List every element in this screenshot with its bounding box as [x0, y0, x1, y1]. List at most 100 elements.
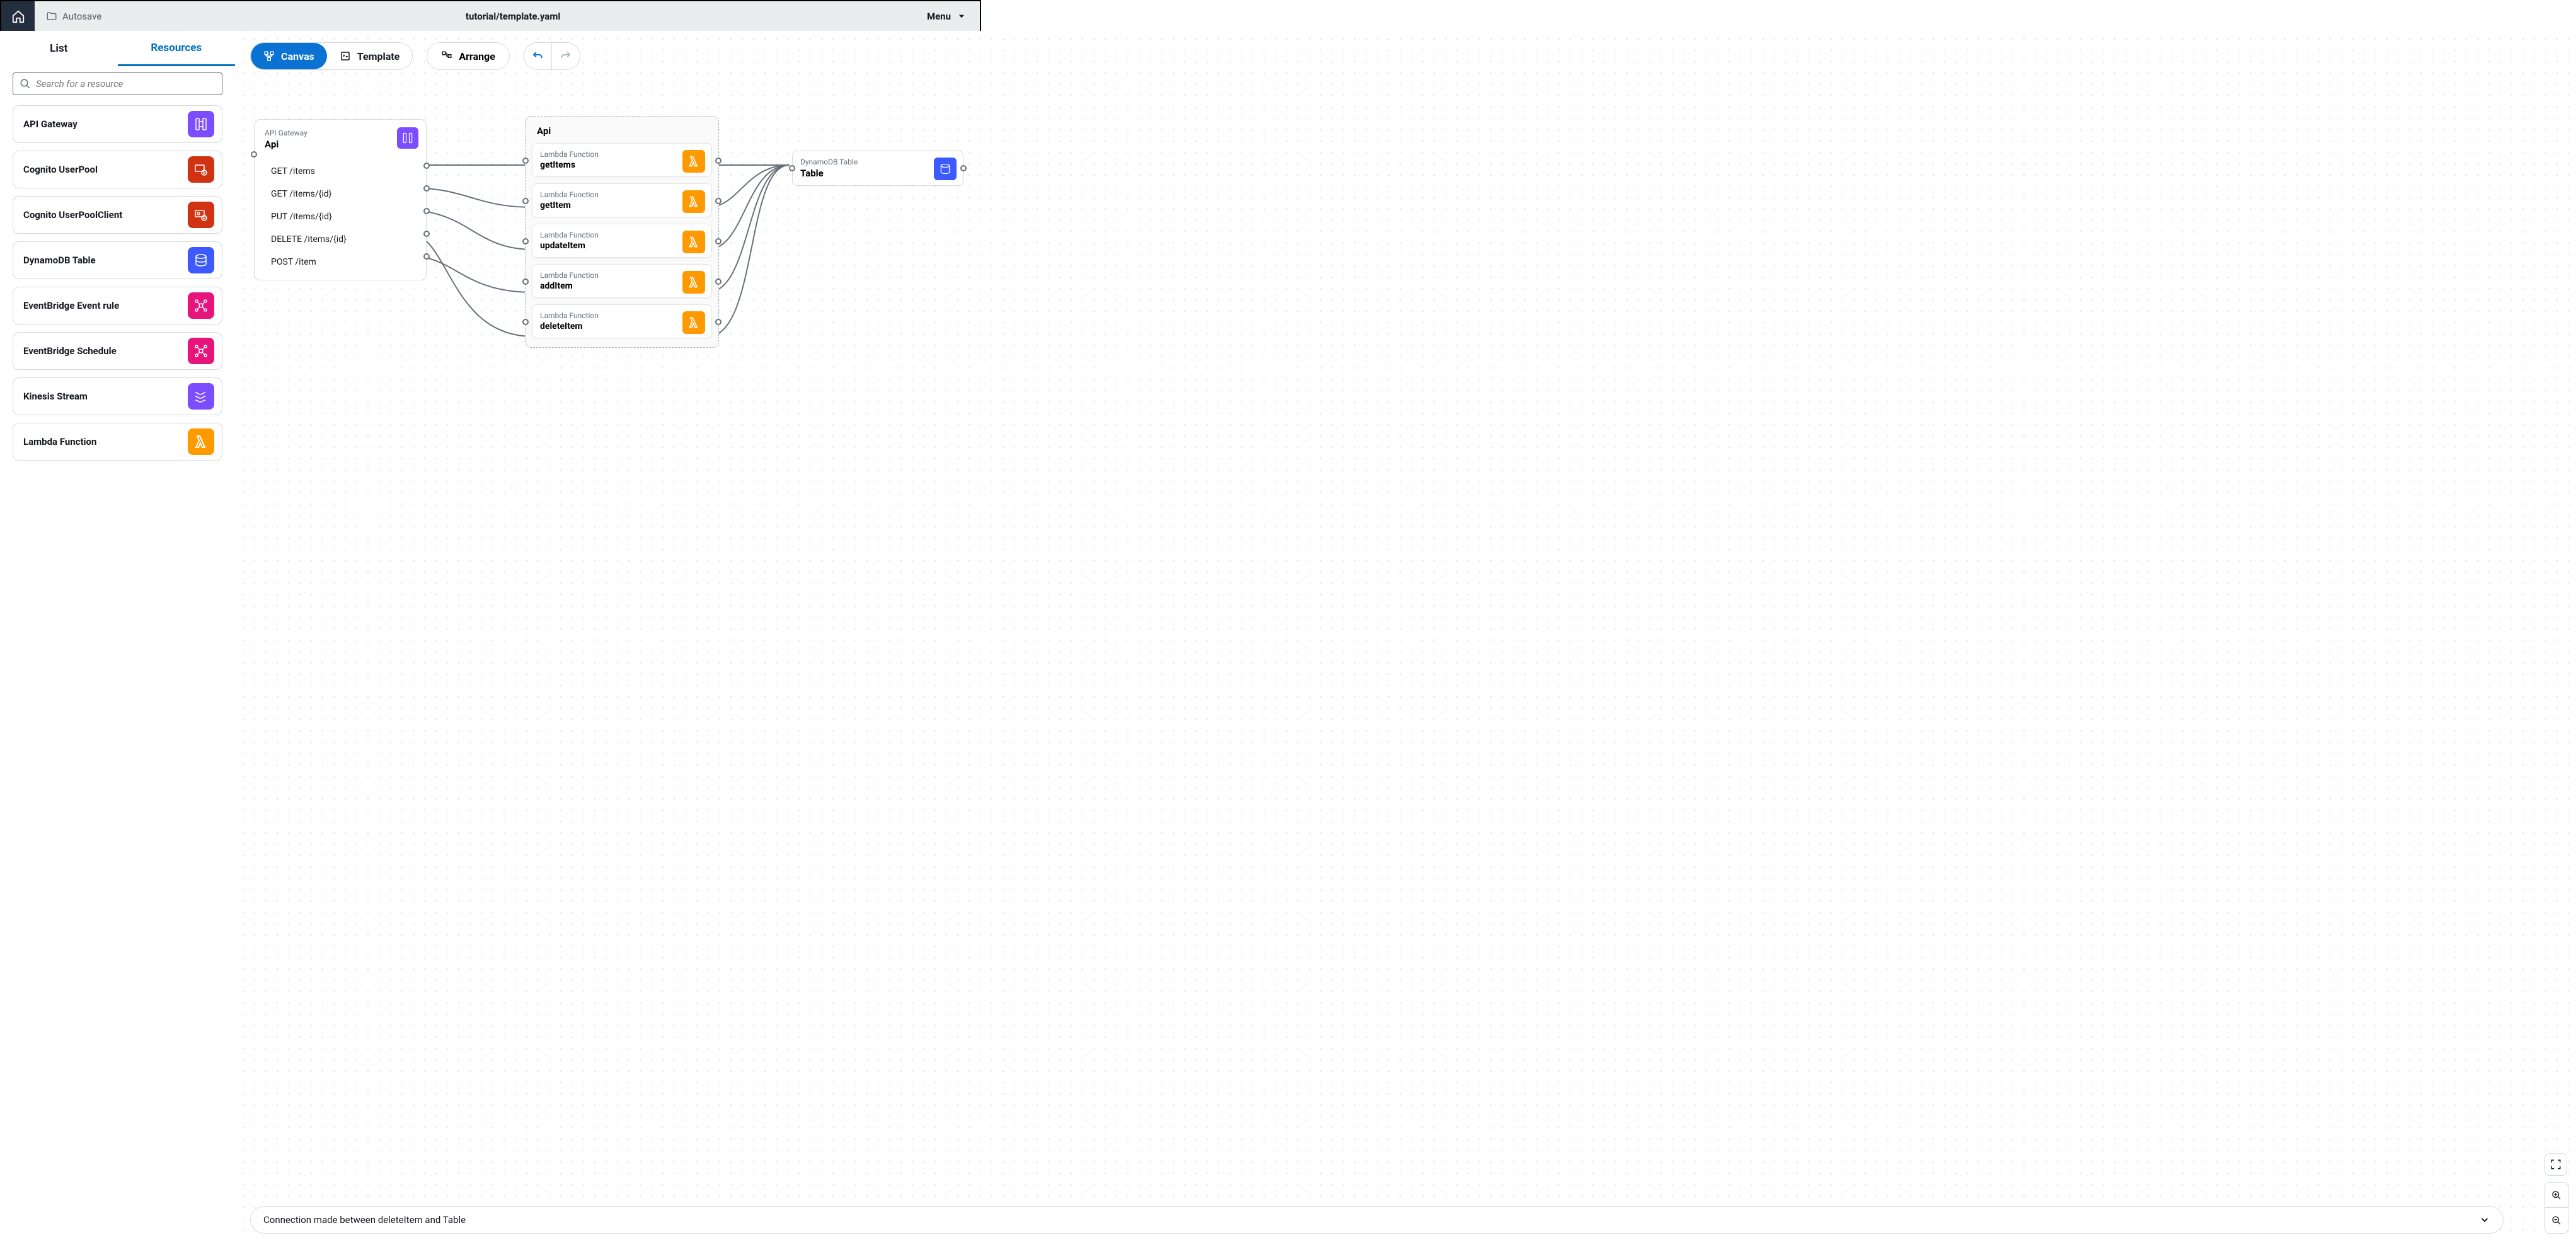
status-text: Connection made between deleteItem and T…: [263, 1214, 466, 1226]
redo-icon: [560, 50, 572, 62]
zoom-out-icon: [2551, 1215, 2562, 1226]
port[interactable]: [715, 238, 722, 244]
search-input[interactable]: [36, 78, 216, 89]
route-get-item[interactable]: GET /items/{id}: [265, 183, 416, 205]
node-title: Api: [265, 139, 416, 150]
fit-screen-icon: [2550, 1159, 2562, 1170]
fit-screen-button[interactable]: [2544, 1153, 2567, 1176]
menu-button[interactable]: Menu: [913, 11, 980, 22]
port[interactable]: [423, 208, 430, 214]
api-gateway-node[interactable]: API Gateway Api GET /items GET /items/{i…: [254, 119, 427, 280]
lambda-icon: [682, 271, 705, 294]
canvas-view-button[interactable]: Canvas: [251, 43, 327, 69]
api-gateway-icon: [397, 127, 418, 149]
lambda-icon: [188, 428, 214, 455]
cognito-userpool-icon: [188, 156, 214, 183]
dynamodb-icon: [188, 247, 214, 273]
port[interactable]: [715, 319, 722, 325]
zoom-controls: [2544, 1153, 2568, 1234]
port[interactable]: [789, 165, 795, 171]
resource-list: API Gateway Cognito UserPool Cognito Use…: [0, 100, 235, 466]
node-type: DynamoDB Table: [800, 158, 955, 166]
lambda-getitem[interactable]: Lambda Function getItem: [532, 183, 712, 217]
resource-kinesis-stream[interactable]: Kinesis Stream: [13, 377, 222, 415]
status-bar[interactable]: Connection made between deleteItem and T…: [250, 1206, 2504, 1234]
lambda-icon: [682, 231, 705, 253]
kinesis-stream-icon: [188, 383, 214, 410]
eventbridge-rule-icon: [188, 292, 214, 319]
port[interactable]: [522, 278, 529, 285]
api-group[interactable]: Api Lambda Function getItems Lambda Func…: [525, 116, 719, 348]
view-toggle: Canvas Template: [250, 42, 413, 70]
eventbridge-schedule-icon: [188, 338, 214, 364]
port[interactable]: [522, 319, 529, 325]
undo-icon: [532, 50, 543, 62]
file-title: tutorial/template.yaml: [113, 11, 913, 22]
port[interactable]: [522, 158, 529, 164]
group-title: Api: [532, 123, 712, 143]
port[interactable]: [715, 278, 722, 285]
lambda-icon: [682, 150, 705, 173]
port[interactable]: [522, 238, 529, 244]
home-button[interactable]: [1, 1, 35, 32]
zoom-out-button[interactable]: [2545, 1208, 2568, 1233]
port[interactable]: [423, 163, 430, 169]
canvas-icon: [263, 50, 275, 62]
undo-button[interactable]: [524, 43, 552, 69]
resource-eventbridge-rule[interactable]: EventBridge Event rule: [13, 287, 222, 324]
redo-button[interactable]: [552, 43, 580, 69]
resource-dynamodb-table[interactable]: DynamoDB Table: [13, 241, 222, 279]
dynamodb-node[interactable]: DynamoDB Table Table: [792, 151, 963, 186]
undo-redo-group: [524, 42, 580, 70]
tab-resources[interactable]: Resources: [118, 31, 236, 66]
lambda-icon: [682, 190, 705, 213]
resource-cognito-userpool-client[interactable]: Cognito UserPoolClient: [13, 196, 222, 234]
route-put-item[interactable]: PUT /items/{id}: [265, 205, 416, 228]
resource-cognito-userpool[interactable]: Cognito UserPool: [13, 151, 222, 188]
api-gateway-icon: [188, 111, 214, 137]
canvas-content: API Gateway Api GET /items GET /items/{i…: [235, 119, 2576, 1240]
port[interactable]: [522, 198, 529, 204]
template-view-button[interactable]: Template: [327, 43, 413, 69]
route-get-items[interactable]: GET /items: [265, 160, 416, 183]
port[interactable]: [960, 165, 967, 171]
canvas-toolbar: Canvas Template Arrange: [250, 42, 580, 70]
port[interactable]: [715, 198, 722, 204]
route-post-item[interactable]: POST /item: [265, 251, 416, 273]
resource-api-gateway[interactable]: API Gateway: [13, 105, 222, 143]
chevron-down-icon[interactable]: [2479, 1214, 2490, 1226]
zoom-in-button[interactable]: [2545, 1183, 2568, 1208]
search-icon: [20, 78, 31, 89]
node-type: API Gateway: [265, 129, 416, 137]
route-delete-item[interactable]: DELETE /items/{id}: [265, 228, 416, 251]
resource-eventbridge-schedule[interactable]: EventBridge Schedule: [13, 332, 222, 370]
search-box[interactable]: [13, 72, 222, 95]
sidebar-tabs: List Resources: [0, 31, 235, 66]
cognito-userpool-client-icon: [188, 202, 214, 228]
arrange-icon: [441, 50, 452, 62]
autosave-label: Autosave: [62, 11, 101, 22]
dynamodb-icon: [934, 158, 957, 180]
home-icon: [11, 9, 25, 23]
tab-list[interactable]: List: [0, 31, 118, 66]
port[interactable]: [423, 185, 430, 192]
port[interactable]: [715, 158, 722, 164]
lambda-getitems[interactable]: Lambda Function getItems: [532, 143, 712, 177]
autosave-indicator: Autosave: [35, 11, 113, 22]
lambda-additem[interactable]: Lambda Function addItem: [532, 264, 712, 298]
port[interactable]: [423, 231, 430, 237]
chevron-down-icon: [957, 12, 966, 21]
template-icon: [340, 50, 351, 62]
resource-lambda-function[interactable]: Lambda Function: [13, 423, 222, 461]
port[interactable]: [423, 253, 430, 260]
lambda-updateitem[interactable]: Lambda Function updateItem: [532, 224, 712, 258]
sidebar: List Resources API Gateway Cognito UserP…: [0, 31, 235, 1240]
canvas-area[interactable]: Canvas Template Arrange: [235, 31, 2576, 1240]
lambda-deleteitem[interactable]: Lambda Function deleteItem: [532, 304, 712, 338]
lambda-icon: [682, 311, 705, 334]
zoom-in-icon: [2551, 1190, 2562, 1200]
port-in[interactable]: [251, 151, 257, 158]
node-title: Table: [800, 168, 955, 179]
arrange-button[interactable]: Arrange: [427, 42, 510, 70]
folder-icon: [46, 11, 57, 22]
